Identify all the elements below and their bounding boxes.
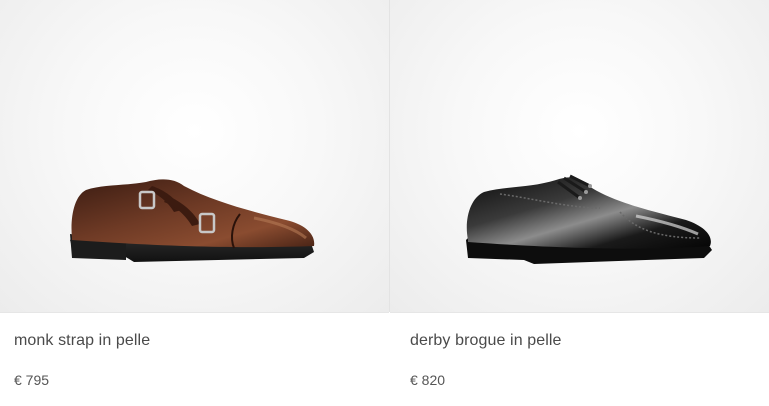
black-derby-brogue-shoe-icon[interactable] [460,168,720,278]
product-card-monk-strap[interactable]: monk strap in pelle € 795 [0,0,389,406]
product-name[interactable]: derby brogue in pelle [410,332,562,350]
product-grid: monk strap in pelle € 795 derby brogue i… [0,0,769,406]
product-image-area[interactable] [390,0,769,313]
product-price: € 820 [410,372,446,388]
product-card-derby-brogue[interactable]: derby brogue in pelle € 820 [390,0,769,406]
brown-monk-strap-shoe-icon[interactable] [64,168,324,278]
product-image-area[interactable] [0,0,389,313]
product-name[interactable]: monk strap in pelle [14,332,150,350]
product-price: € 795 [14,372,50,388]
